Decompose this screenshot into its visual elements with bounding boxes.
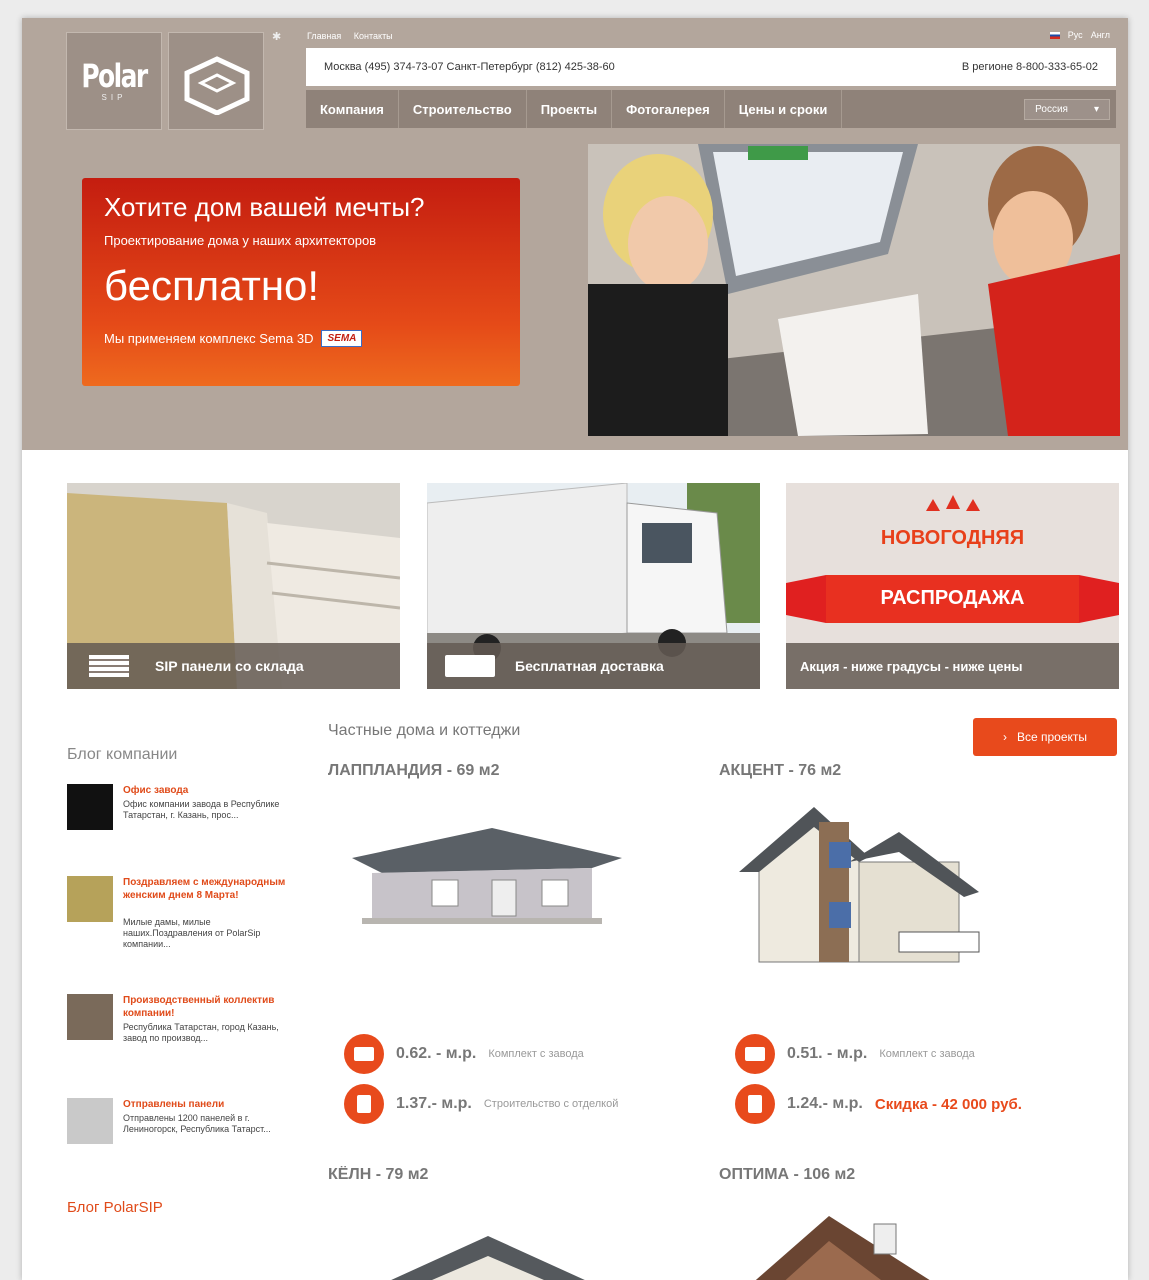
tile-sip-panels[interactable]: SIP панели со склада — [67, 483, 400, 689]
contacts-region: В регионе 8-800-333-65-02 — [961, 61, 1098, 73]
blog-post[interactable]: Офис завода Офис компании завода в Респу… — [67, 784, 307, 856]
blog-post[interactable]: Поздравляем с международным женским днем… — [67, 876, 307, 974]
lang-ru[interactable]: Рус — [1068, 30, 1083, 40]
kit-icon — [344, 1034, 384, 1074]
promo-banner[interactable]: Хотите дом вашей мечты? Проектирование д… — [82, 178, 520, 386]
tile-caption-text: SIP панели со склада — [155, 658, 304, 674]
price-row: 0.51. - м.р. Комплект с завода — [735, 1034, 1095, 1074]
project-card-lapland[interactable]: ЛАППЛАНДИЯ - 69 м2 0.62. - м.р. Комплект… — [328, 762, 698, 1124]
price-build: 1.37.- м.р. — [396, 1095, 472, 1112]
price-kit: 0.62. - м.р. — [396, 1045, 477, 1062]
blog-sidebar: Блог компании Офис завода Офис компании … — [67, 746, 307, 1170]
tile-caption: SIP панели со склада — [67, 643, 400, 689]
asterisk-icon: ✱ — [272, 31, 282, 43]
top-link-home[interactable]: Главная — [307, 31, 341, 41]
post-title[interactable]: Отправлены панели — [123, 1098, 295, 1111]
post-text: Республика Татарстан, город Казань, заво… — [123, 1022, 279, 1043]
blog-post[interactable]: Производственный коллектив компании! Рес… — [67, 994, 307, 1078]
promo-footer-text: Мы применяем комплекс Sema 3D — [104, 331, 314, 346]
top-links: Главная Контакты — [307, 31, 403, 41]
promo-big-text: бесплатно! — [104, 262, 320, 309]
all-projects-button[interactable]: › Все проекты — [973, 718, 1117, 756]
nav-gallery[interactable]: Фотогалерея — [612, 90, 725, 128]
price-row: 1.24.- м.р. Скидка - 42 000 руб. — [735, 1084, 1095, 1124]
house-optima-image — [755, 1216, 930, 1280]
project-name[interactable]: КЁЛН - 79 м2 — [328, 1166, 698, 1184]
project-card-optima[interactable]: ОПТИМА - 106 м2 — [719, 1166, 1089, 1280]
price-kit-desc: Комплект с завода — [488, 1048, 584, 1060]
nav-projects[interactable]: Проекты — [527, 90, 613, 128]
blog-polarsip-title[interactable]: Блог PolarSIP — [67, 1199, 163, 1216]
page: Polar SIP ✱ Главная Контакты Рус Англ Мо… — [22, 18, 1128, 1280]
house-accent-image — [739, 807, 980, 963]
contacts-cities: Москва (495) 374-73-07 Санкт-Петербург (… — [324, 61, 615, 73]
kit-icon — [735, 1034, 775, 1074]
price-kit: 0.51. - м.р. — [787, 1045, 868, 1062]
price-row: 1.37.- м.р. Строительство с отделкой — [344, 1084, 704, 1124]
price-kit-desc: Комплект с завода — [879, 1048, 975, 1060]
tile-caption-text: Бесплатная доставка — [515, 658, 664, 674]
post-thumbnail[interactable] — [67, 876, 113, 922]
logo-text: Polar — [81, 57, 148, 95]
blog-post[interactable]: Отправлены панели Отправлены 1200 панеле… — [67, 1098, 307, 1170]
feature-tiles: SIP панели со склада Бесплатная доставка — [67, 483, 1119, 689]
tile-caption-text: Акция - ниже градусы - ниже цены — [800, 658, 1023, 674]
panel-stack-icon — [89, 655, 129, 677]
nav-prices[interactable]: Цены и сроки — [725, 90, 843, 128]
logo[interactable]: Polar SIP — [66, 32, 162, 130]
house-koln-image — [391, 1236, 585, 1280]
lang-en[interactable]: Англ — [1091, 30, 1110, 40]
sale-heading: НОВОГОДНЯЯ — [880, 527, 1025, 549]
tile-caption: Бесплатная доставка — [427, 643, 760, 689]
post-title[interactable]: Производственный коллектив компании! — [123, 994, 295, 1020]
promo-footer: Мы применяем комплекс Sema 3D SEMA — [104, 330, 498, 347]
trowel-icon — [735, 1084, 775, 1124]
post-title[interactable]: Офис завода — [123, 784, 295, 797]
price-build: 1.24.- м.р. — [787, 1095, 863, 1112]
price-build-desc: Строительство с отделкой — [483, 1098, 619, 1110]
blog-title: Блог компании — [67, 746, 178, 763]
post-thumbnail[interactable] — [67, 784, 113, 830]
sema-logo: SEMA — [321, 330, 363, 347]
nav-construction[interactable]: Строительство — [399, 90, 527, 128]
all-projects-label: Все проекты — [1016, 730, 1088, 744]
cube-logo-icon[interactable] — [168, 32, 264, 130]
promo-title: Хотите дом вашей мечты? — [104, 192, 425, 222]
promo-subtitle: Проектирование дома у наших архитекторов — [104, 233, 377, 248]
project-card-accent[interactable]: АКЦЕНТ - 76 м2 0.51. - м.р. Комплект с з… — [719, 762, 1089, 1124]
project-name[interactable]: АКЦЕНТ - 76 м2 — [719, 762, 1089, 780]
price-row: 0.62. - м.р. Комплект с завода — [344, 1034, 704, 1074]
header-band: Polar SIP ✱ Главная Контакты Рус Англ Мо… — [22, 18, 1128, 450]
house-lapland-image — [352, 828, 622, 924]
flag-ru-icon[interactable] — [1049, 31, 1060, 39]
contact-bar: Москва (495) 374-73-07 Санкт-Петербург (… — [306, 48, 1116, 86]
top-link-contacts[interactable]: Контакты — [354, 31, 393, 41]
tile-caption: Акция - ниже градусы - ниже цены — [786, 643, 1119, 689]
main-nav: Компания Строительство Проекты Фотогалер… — [306, 90, 1116, 128]
post-text: Отправлены 1200 панелей в г. Лениногорск… — [123, 1113, 271, 1134]
trowel-icon — [344, 1084, 384, 1124]
language-switcher: Рус Англ — [1049, 30, 1110, 40]
post-text: Офис компании завода в Республике Татарс… — [123, 799, 280, 820]
region-select-value: Россия — [1035, 103, 1068, 115]
nav-company[interactable]: Компания — [306, 90, 399, 128]
sale-ribbon: РАСПРОДАЖА — [880, 587, 1025, 609]
post-text: Милые дамы, милые наших.Поздравления от … — [123, 917, 261, 949]
post-title[interactable]: Поздравляем с международным женским днем… — [123, 876, 295, 902]
post-thumbnail[interactable] — [67, 1098, 113, 1144]
discount-text: Скидка - 42 000 руб. — [874, 1095, 1022, 1113]
project-name[interactable]: ЛАППЛАНДИЯ - 69 м2 — [328, 762, 698, 780]
project-card-koln[interactable]: КЁЛН - 79 м2 — [328, 1166, 698, 1280]
architects-photo — [588, 144, 1120, 436]
chevron-right-icon: › — [1002, 730, 1007, 744]
tile-sale[interactable]: НОВОГОДНЯЯ РАСПРОДАЖА Акция - ниже граду… — [786, 483, 1119, 689]
truck-icon — [445, 655, 495, 677]
post-thumbnail[interactable] — [67, 994, 113, 1040]
region-select[interactable]: Россия ▾ — [1024, 98, 1110, 120]
tile-delivery[interactable]: Бесплатная доставка — [427, 483, 760, 689]
chevron-down-icon: ▾ — [1093, 103, 1099, 115]
project-name[interactable]: ОПТИМА - 106 м2 — [719, 1166, 1089, 1184]
